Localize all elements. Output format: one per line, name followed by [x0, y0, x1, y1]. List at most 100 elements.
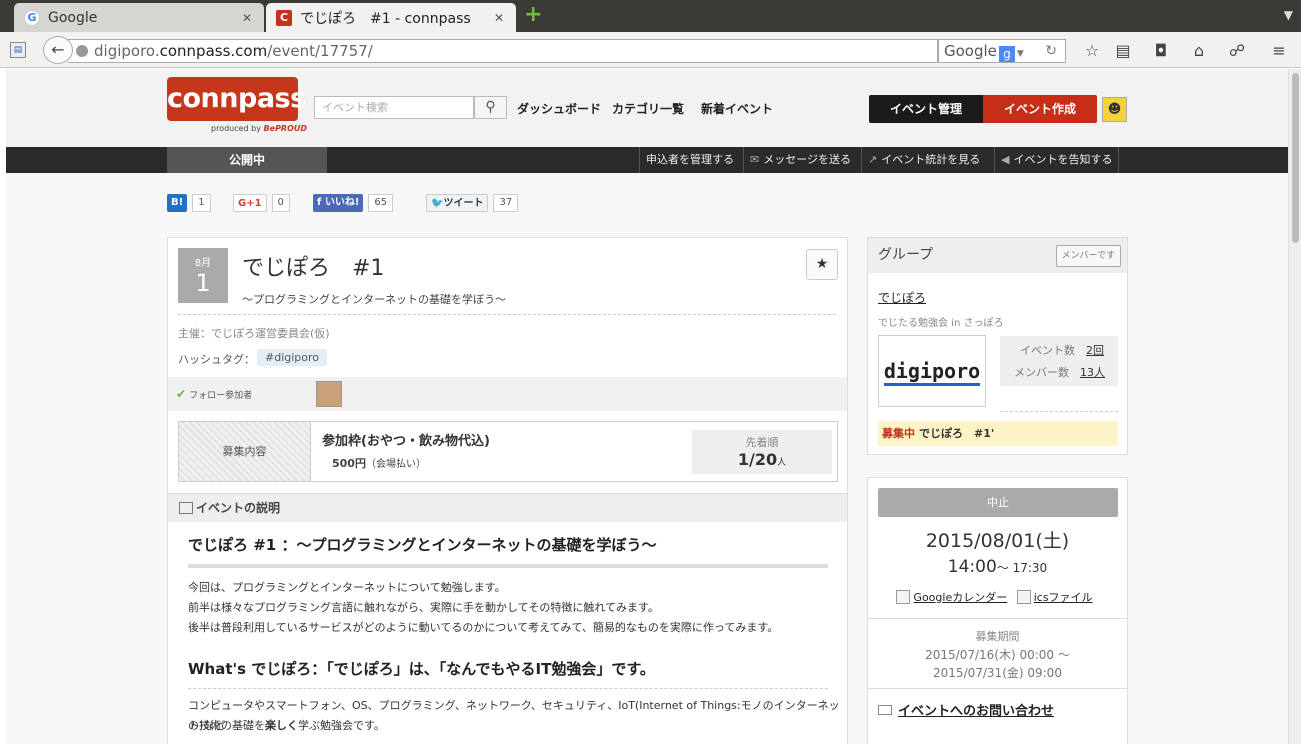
members-count: メンバー数 13人	[1014, 364, 1105, 380]
globe-icon	[76, 45, 88, 57]
search-icon: ⚲	[485, 99, 496, 115]
events-count: イベント数 2回	[1020, 342, 1104, 358]
send-message-link[interactable]: ✉ メッセージを送る	[743, 147, 857, 173]
extension-icon[interactable]: ☍	[1228, 42, 1246, 60]
recruit-period-end: 2015/07/31(金) 09:00	[933, 666, 1062, 680]
avatar[interactable]	[316, 381, 342, 407]
logo-sub: produced by BePROUD	[211, 124, 307, 133]
hatena-share[interactable]: B! 1	[167, 193, 211, 213]
pocket-icon[interactable]: ◘	[1152, 42, 1170, 60]
group-card: グループ メンバーです でじぽろ でじたる勉強会 in さっぽろ digipor…	[867, 237, 1128, 455]
home-icon[interactable]: ⌂	[1190, 42, 1208, 60]
divider	[1000, 411, 1118, 412]
star-icon[interactable]: ☆	[1083, 42, 1101, 60]
web-page: connpass produced by BePROUD イベント検索 ⚲ ダッ…	[6, 69, 1288, 744]
recruit-period-label: 募集期間	[975, 630, 1020, 643]
scrollbar-thumb[interactable]	[1292, 73, 1299, 243]
paragraph-bold: 楽しく	[265, 719, 298, 732]
tweet-label: ツイート	[443, 198, 484, 209]
event-create-button[interactable]: イベント作成	[983, 95, 1097, 123]
event-main-card: 8月 1 でじぽろ #1 ～プログラミングとインターネットの基礎を学ぼう～ ★ …	[167, 237, 848, 744]
facebook-like[interactable]: f いいね! 65	[313, 193, 394, 213]
url-path: /event/17757/	[267, 42, 373, 60]
event-date-badge: 8月 1	[178, 248, 228, 303]
connpass-logo[interactable]: connpass	[167, 77, 306, 121]
divider	[868, 688, 1127, 689]
nav-dashboard[interactable]: ダッシュボード	[517, 100, 601, 117]
nav-categories[interactable]: カテゴリ一覧	[612, 100, 684, 117]
ticket-price-note: （会場払い）	[365, 459, 426, 470]
facebook-icon: f	[317, 197, 325, 208]
gplus-share[interactable]: G+1 0	[233, 193, 290, 213]
facebook-like-button: f いいね!	[313, 194, 364, 212]
menu-icon[interactable]: ≡	[1270, 42, 1288, 60]
chevron-down-icon[interactable]: ▼	[1017, 49, 1024, 59]
events-value-link[interactable]: 2回	[1086, 344, 1104, 357]
document-icon	[179, 502, 193, 514]
manage-applicants-link[interactable]: 申込者を管理する	[639, 147, 740, 173]
ticket-unit: 人	[777, 458, 787, 468]
url-prefix: digiporo.	[94, 42, 160, 60]
group-logo[interactable]: digiporo	[878, 335, 986, 407]
schedule-card: 中止 2015/08/01(土) 14:00～ 17:30 Googleカレンダ…	[867, 477, 1128, 744]
twitter-icon: 🐦	[431, 198, 444, 209]
group-heading-text: グループ	[878, 247, 934, 263]
calendar-add-icon	[896, 590, 911, 604]
twitter-share[interactable]: 🐦ツイート 37	[426, 193, 519, 213]
divider	[188, 564, 828, 568]
ticket-price-value: 500円	[332, 457, 366, 470]
mail-icon	[878, 705, 892, 715]
tab-list-icon[interactable]: ▼	[1284, 8, 1293, 22]
group-name-link[interactable]: でじぽろ	[878, 289, 926, 306]
bookmark-button[interactable]: ★	[806, 249, 838, 280]
events-label: イベント数	[1020, 344, 1075, 357]
google-calendar-link[interactable]: Googleカレンダー	[913, 591, 1007, 604]
back-button[interactable]: ←	[43, 36, 73, 64]
tab-connpass[interactable]: C でじぽろ #1 - connpass ✕	[266, 3, 516, 32]
ticket-count-value: 1/20	[737, 450, 778, 469]
group-heading: グループ メンバーです	[868, 238, 1127, 273]
status-badge: 募集中	[882, 427, 915, 440]
tab-google[interactable]: G Google ✕	[14, 3, 264, 32]
event-search-input[interactable]: イベント検索	[314, 96, 474, 119]
site-header: connpass produced by BePROUD イベント検索 ⚲ ダッ…	[6, 69, 1288, 147]
event-date: 2015/08/01(土)	[925, 530, 1070, 552]
event-admin-bar: 公開中 申込者を管理する ✉ メッセージを送る ↗ イベント統計を見る ◀ イベントを…	[6, 147, 1288, 173]
members-value-link[interactable]: 13人	[1080, 366, 1105, 379]
ics-file-link[interactable]: icsファイル	[1034, 591, 1093, 604]
mail-icon: ✉	[750, 153, 760, 166]
announce-event-link[interactable]: ◀ イベントを告知する	[994, 147, 1120, 173]
ticket-capacity: 先着順 1/20人	[692, 430, 832, 474]
status-tab-published[interactable]: 公開中	[167, 147, 327, 173]
reload-icon[interactable]: ↻	[1045, 40, 1057, 62]
follow-label: ✔ フォロー参加者	[176, 387, 252, 401]
event-day: 1	[195, 269, 211, 297]
divider	[188, 688, 828, 689]
url-bar[interactable]: digiporo.connpass.com/event/17757/	[68, 39, 938, 63]
member-button[interactable]: メンバーです	[1055, 245, 1121, 267]
members-label: メンバー数	[1014, 366, 1069, 379]
nav-new-events[interactable]: 新着イベント	[701, 100, 773, 117]
contact-link[interactable]: イベントへのお問い合わせ	[878, 700, 1054, 719]
download-icon	[1016, 590, 1031, 604]
cancel-button[interactable]: 中止	[878, 488, 1118, 517]
search-button[interactable]: ⚲	[474, 96, 507, 119]
megaphone-icon: ◀	[1001, 153, 1010, 166]
group-logo-text: digiporo	[883, 359, 981, 386]
gplus-icon: G+1	[233, 194, 267, 212]
ticket-price: 500円（会場払い）	[332, 455, 426, 471]
reading-list-icon[interactable]: ▤	[1114, 42, 1132, 60]
search-engine-box[interactable]: Google g ▼ ↻	[938, 39, 1066, 63]
recruiting-event-link[interactable]: 募集中 でじぽろ #1'	[878, 421, 1118, 446]
page-scrollbar[interactable]	[1288, 69, 1301, 744]
avatar[interactable]: ☻	[1102, 97, 1127, 122]
event-manage-button[interactable]: イベント管理	[869, 95, 983, 123]
google-icon: g	[998, 46, 1015, 62]
new-tab-button[interactable]: +	[524, 4, 542, 26]
ticket-box: 募集内容 参加枠(おやつ・飲み物代込) 500円（会場払い） 先着順 1/20人	[178, 421, 838, 482]
close-icon[interactable]: ✕	[492, 11, 506, 25]
event-stats-link[interactable]: ↗ イベント統計を見る	[861, 147, 986, 173]
close-icon[interactable]: ✕	[240, 11, 254, 25]
follow-participants: ✔ フォロー参加者	[168, 377, 847, 411]
hashtag-link[interactable]: #digiporo	[257, 349, 328, 366]
